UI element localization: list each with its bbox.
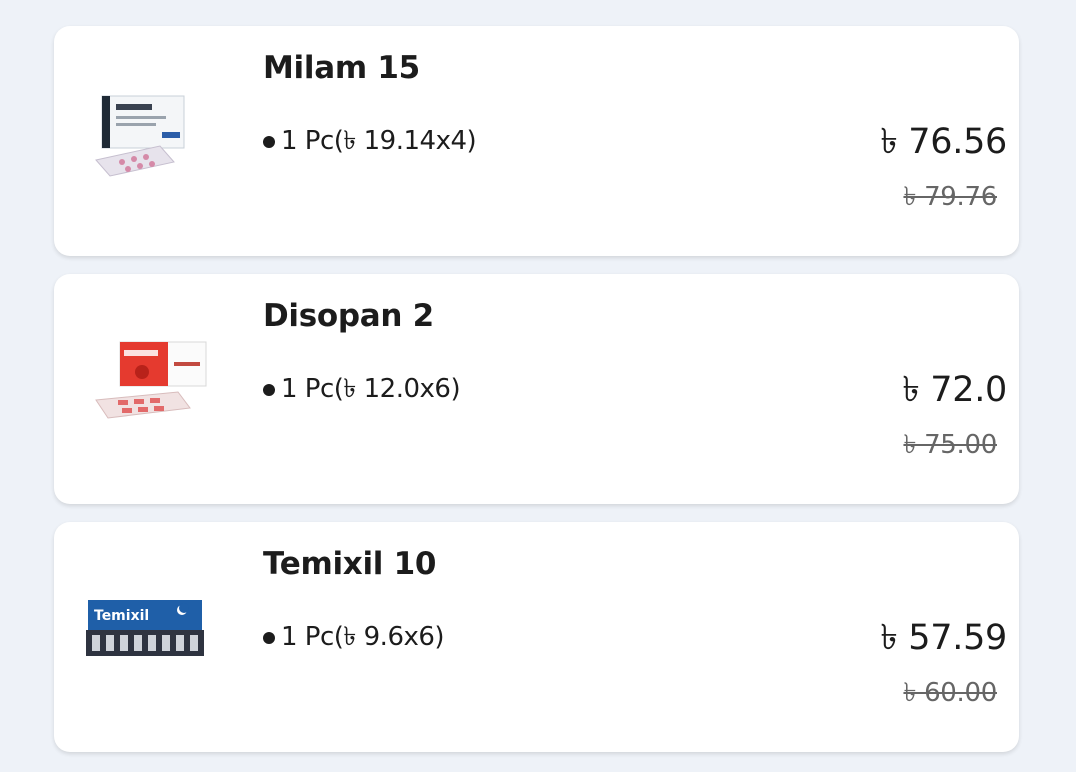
pack-info: 1 Pc(৳ 12.0x6)	[263, 368, 461, 412]
original-price: ৳ 75.00	[903, 430, 997, 460]
original-price: ৳ 60.00	[903, 678, 997, 708]
product-card-disopan-2[interactable]: Disopan 2 1 Pc(৳ 12.0x6) ৳ 72.0 ৳ 75.00	[54, 274, 1019, 504]
current-price: ৳ 72.0	[902, 370, 1007, 410]
milam-15-product-image	[82, 66, 210, 194]
temixil-brand-text: Temixil	[94, 608, 149, 624]
pack-info: 1 Pc(৳ 19.14x4)	[263, 120, 477, 164]
bullet-icon	[263, 632, 275, 644]
pack-text: 1 Pc(৳ 9.6x6)	[281, 622, 445, 652]
product-card-milam-15[interactable]: Milam 15 1 Pc(৳ 19.14x4) ৳ 76.56 ৳ 79.76	[54, 26, 1019, 256]
pack-text: 1 Pc(৳ 19.14x4)	[281, 126, 477, 156]
current-price: ৳ 57.59	[880, 618, 1007, 658]
current-price: ৳ 76.56	[880, 122, 1007, 162]
pack-info: 1 Pc(৳ 9.6x6)	[263, 616, 445, 660]
bullet-icon	[263, 384, 275, 396]
temixil-10-product-image: Temixil	[82, 562, 210, 690]
product-card-temixil-10[interactable]: Temixil Temixil 10 1 Pc(৳ 9.6x6) ৳ 57.59…	[54, 522, 1019, 752]
product-name: Temixil 10	[263, 546, 437, 582]
product-name: Milam 15	[263, 50, 420, 86]
product-name: Disopan 2	[263, 298, 434, 334]
pack-text: 1 Pc(৳ 12.0x6)	[281, 374, 461, 404]
original-price: ৳ 79.76	[903, 182, 997, 212]
disopan-2-product-image	[82, 314, 210, 442]
product-list: Milam 15 1 Pc(৳ 19.14x4) ৳ 76.56 ৳ 79.76	[0, 0, 1076, 772]
bullet-icon	[263, 136, 275, 148]
